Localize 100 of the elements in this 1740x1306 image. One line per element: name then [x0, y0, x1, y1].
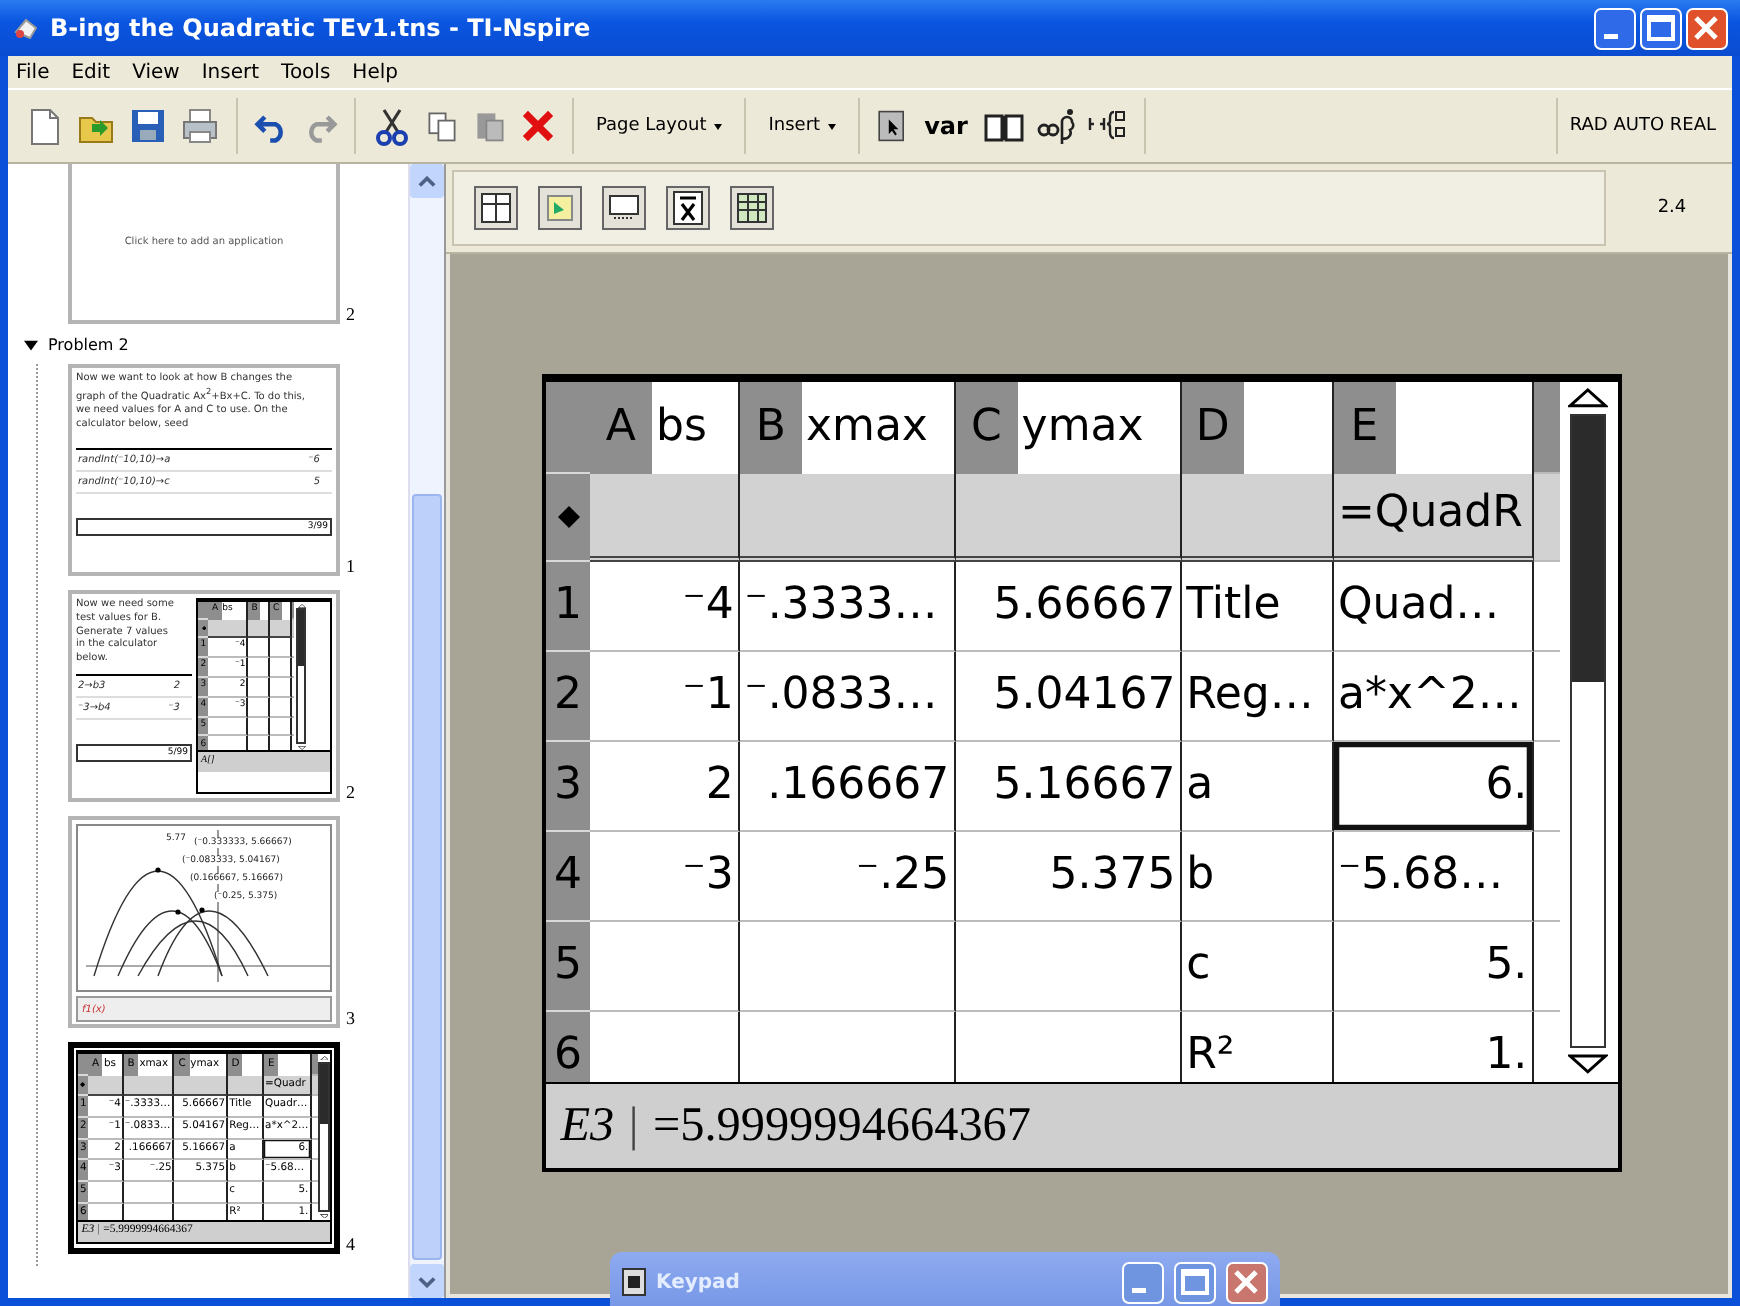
- table-cell[interactable]: [248, 697, 270, 718]
- table-cell[interactable]: [740, 922, 956, 1013]
- scroll-track[interactable]: [318, 1061, 330, 1212]
- cursor-icon[interactable]: [876, 106, 909, 146]
- column-header[interactable]: C ymax: [955, 382, 1182, 474]
- table-cell[interactable]: [174, 1181, 229, 1204]
- close-button[interactable]: [1226, 1261, 1268, 1303]
- column-header[interactable]: D: [1181, 382, 1334, 474]
- formula-row-header[interactable]: [546, 473, 590, 562]
- formula-cell[interactable]: [248, 620, 270, 638]
- scroll-up-icon[interactable]: [1568, 388, 1608, 409]
- print-icon[interactable]: [180, 106, 220, 146]
- minimize-button[interactable]: [1122, 1261, 1164, 1303]
- table-cell[interactable]: [208, 717, 249, 737]
- table-cell[interactable]: 2: [590, 742, 741, 833]
- table-cell[interactable]: ⁻3: [590, 832, 741, 923]
- page-thumbnail[interactable]: [68, 364, 340, 576]
- copy-icon[interactable]: [424, 108, 460, 144]
- column-header[interactable]: A bs: [590, 382, 741, 474]
- table-cell[interactable]: [88, 1181, 124, 1204]
- table-cell[interactable]: 5.375: [955, 832, 1182, 923]
- selected-cell[interactable]: 6.: [1333, 742, 1534, 833]
- formula-cell[interactable]: [1181, 473, 1334, 562]
- table-tool-icon[interactable]: [474, 186, 518, 230]
- menu-item[interactable]: File: [16, 61, 50, 83]
- var-button[interactable]: var: [920, 112, 972, 140]
- corner-cell[interactable]: [546, 382, 590, 474]
- table-cell[interactable]: ⁻1: [590, 652, 741, 743]
- row-header[interactable]: 6: [546, 1012, 590, 1082]
- menu-item[interactable]: Help: [352, 61, 398, 83]
- paste-icon[interactable]: [472, 108, 508, 144]
- column-letter[interactable]: A: [590, 382, 652, 474]
- table-cell[interactable]: ⁻4: [590, 561, 741, 653]
- scroll-track[interactable]: [296, 608, 307, 744]
- table-cell[interactable]: 5.04167: [955, 652, 1182, 743]
- table-cell[interactable]: ⁻.0833…: [740, 652, 956, 743]
- formula-cell[interactable]: =QuadR: [1333, 473, 1534, 562]
- row-header[interactable]: 4: [546, 832, 590, 923]
- column-header[interactable]: E: [1333, 382, 1534, 474]
- scroll-track[interactable]: [1570, 414, 1606, 1049]
- list-tool-icon[interactable]: [602, 186, 646, 230]
- table-cell[interactable]: [248, 677, 270, 698]
- formula-cell[interactable]: [208, 620, 249, 638]
- table-cell[interactable]: [955, 922, 1182, 1013]
- table-cell[interactable]: Reg…: [1181, 652, 1334, 743]
- formula-cell[interactable]: [740, 473, 956, 562]
- corner-cell[interactable]: [198, 602, 209, 620]
- formula-cell[interactable]: [88, 1075, 124, 1097]
- corner-cell[interactable]: [78, 1054, 89, 1076]
- table-cell[interactable]: [248, 638, 270, 658]
- table-cell[interactable]: c: [1181, 922, 1334, 1013]
- column-letter[interactable]: D: [1181, 382, 1244, 474]
- column-name[interactable]: xmax: [806, 405, 928, 450]
- formula-cell[interactable]: [590, 473, 741, 562]
- table-cell[interactable]: ⁻.3333…: [740, 561, 956, 653]
- maximize-button[interactable]: [1640, 7, 1682, 49]
- menu-item[interactable]: Tools: [281, 61, 331, 83]
- column-letter[interactable]: E: [1333, 382, 1396, 474]
- table-cell[interactable]: [590, 922, 741, 1013]
- column-letter[interactable]: B: [740, 382, 802, 474]
- row-header[interactable]: 3: [546, 742, 590, 833]
- table-cell[interactable]: b: [1181, 832, 1334, 923]
- dropdown-button[interactable]: Insert: [762, 112, 843, 140]
- grid-tool-icon[interactable]: [730, 186, 774, 230]
- collapse-triangle-icon[interactable]: [24, 337, 38, 351]
- table-cell[interactable]: ⁻.25: [740, 832, 956, 923]
- formula-cell[interactable]: [174, 1075, 229, 1097]
- mean-tool-icon[interactable]: [666, 186, 710, 230]
- menu-item[interactable]: Insert: [201, 61, 260, 83]
- row-header[interactable]: 1: [546, 561, 590, 653]
- problem-title[interactable]: Problem 2: [48, 335, 129, 353]
- close-button[interactable]: [1686, 7, 1728, 49]
- scissors-icon[interactable]: [372, 106, 412, 146]
- table-cell[interactable]: Title: [1181, 561, 1334, 653]
- save-icon[interactable]: [128, 106, 168, 146]
- minimize-button[interactable]: [1594, 7, 1636, 49]
- scroll-down-icon[interactable]: [1568, 1054, 1608, 1075]
- formula-cell[interactable]: [269, 620, 292, 638]
- table-cell[interactable]: [123, 1181, 175, 1204]
- row-header[interactable]: 5: [546, 922, 590, 1013]
- table-cell[interactable]: .166667: [740, 742, 956, 833]
- column-letter[interactable]: C: [955, 382, 1018, 474]
- column-name[interactable]: bs: [655, 405, 707, 450]
- column-header[interactable]: B xmax: [740, 382, 956, 474]
- scrollbar-thumb[interactable]: [412, 494, 442, 1260]
- formula-bar[interactable]: E3 | =5.9999994664367: [546, 1081, 1618, 1168]
- menu-item[interactable]: Edit: [71, 61, 111, 83]
- table-cell[interactable]: [248, 657, 270, 678]
- delete-icon[interactable]: [520, 108, 556, 144]
- table-cell[interactable]: 5.66667: [955, 561, 1182, 653]
- dropdown-button[interactable]: Page Layout: [590, 112, 729, 140]
- menu-item[interactable]: View: [132, 61, 180, 83]
- formula-cell[interactable]: [228, 1075, 265, 1097]
- note-tool-icon[interactable]: [538, 186, 582, 230]
- formula-cell[interactable]: [955, 473, 1182, 562]
- row-header[interactable]: 2: [546, 652, 590, 743]
- table-cell[interactable]: [248, 717, 270, 737]
- column-name[interactable]: ymax: [1021, 405, 1144, 450]
- symbols-icon[interactable]: [1035, 106, 1076, 146]
- table-cell[interactable]: 5.16667: [955, 742, 1182, 833]
